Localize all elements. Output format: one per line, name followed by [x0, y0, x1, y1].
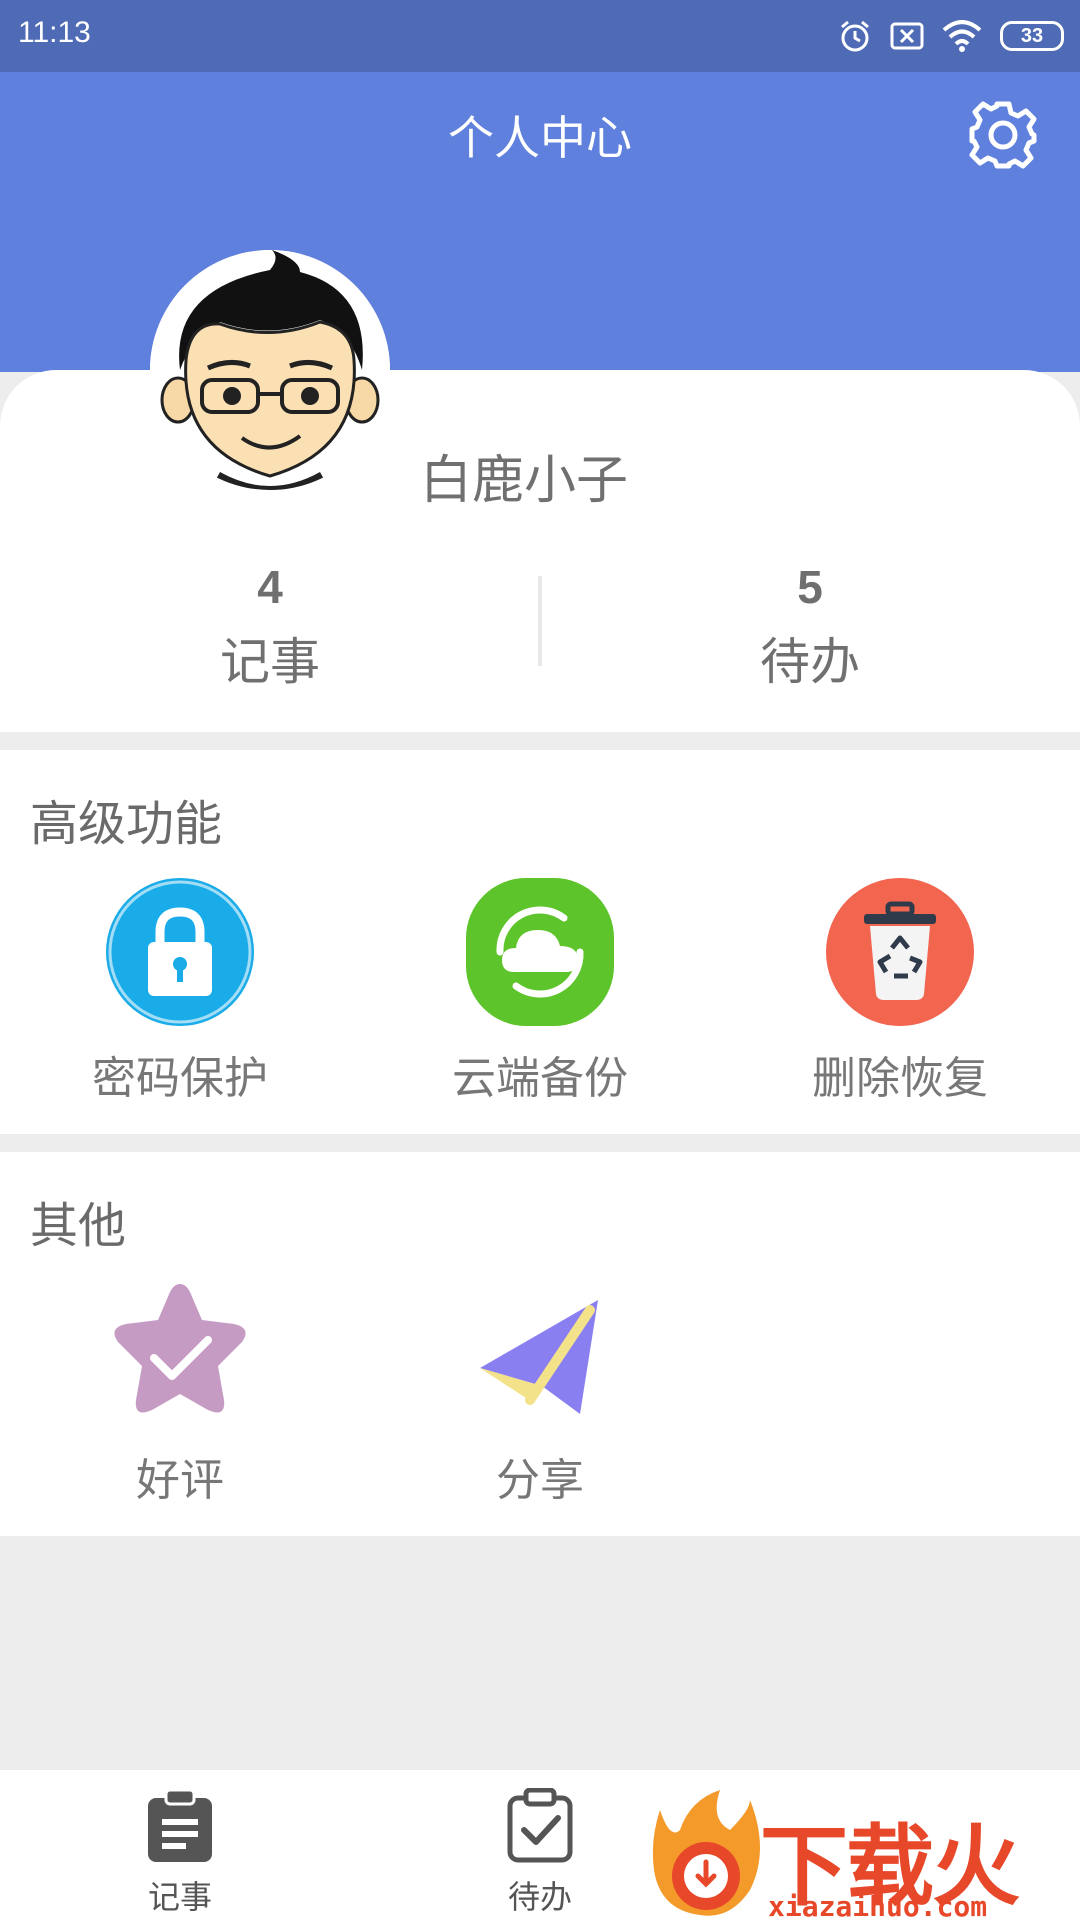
share-button[interactable]: 分享 — [390, 1278, 690, 1508]
paper-plane-icon — [480, 1300, 598, 1414]
avatar[interactable] — [150, 250, 390, 490]
settings-button[interactable] — [966, 98, 1040, 172]
share-label: 分享 — [496, 1455, 584, 1506]
notes-clipboard-icon — [148, 1788, 212, 1862]
recycle-bin-icon — [826, 878, 974, 1026]
cloud-icon — [466, 878, 614, 1026]
sim-error-icon — [890, 21, 924, 51]
flame-logo-icon — [652, 1790, 760, 1916]
status-icons: 33 — [838, 16, 1064, 56]
nav-todos-label: 待办 — [507, 1878, 572, 1916]
watermark-url: xiazaihuo.com — [768, 1890, 988, 1920]
stat-notes[interactable]: 4 记事 — [0, 560, 540, 694]
status-bar: 11:13 33 — [0, 0, 1080, 72]
stat-todos-label: 待办 — [760, 633, 860, 691]
password-protection-button[interactable]: 密码保护 — [30, 876, 330, 1106]
alarm-icon — [838, 19, 872, 53]
other-section-title: 其他 — [30, 1198, 127, 1254]
nav-notes[interactable]: 记事 — [80, 1788, 280, 1918]
star-check-icon — [114, 1284, 246, 1413]
cloud-backup-button[interactable]: 云端备份 — [390, 876, 690, 1106]
wifi-icon — [942, 20, 982, 52]
nav-todos[interactable]: 待办 — [440, 1787, 640, 1918]
stat-todos[interactable]: 5 待办 — [540, 560, 1080, 694]
stat-notes-label: 记事 — [220, 633, 320, 691]
advanced-section-title: 高级功能 — [30, 796, 223, 852]
cloud-backup-label: 云端备份 — [452, 1053, 628, 1104]
other-section: 其他 好评 分享 — [0, 1152, 1080, 1536]
password-protection-label: 密码保护 — [92, 1053, 268, 1104]
rate-label: 好评 — [136, 1455, 224, 1506]
stat-notes-count: 4 — [257, 561, 283, 613]
battery-icon: 33 — [1000, 21, 1064, 51]
status-time: 11:13 — [18, 16, 91, 49]
delete-restore-button[interactable]: 删除恢复 — [750, 876, 1050, 1106]
page-title: 个人中心 — [448, 111, 632, 165]
todo-clipboard-icon — [507, 1787, 573, 1863]
rate-button[interactable]: 好评 — [30, 1278, 330, 1508]
nav-notes-label: 记事 — [147, 1878, 212, 1916]
advanced-section: 高级功能 密码保护 云端备份 删除恢复 — [0, 750, 1080, 1134]
watermark-logo: 下载火 xiazaihuo.com — [640, 1780, 1080, 1920]
gear-icon — [969, 101, 1037, 169]
stat-todos-count: 5 — [797, 561, 823, 613]
delete-restore-label: 删除恢复 — [812, 1053, 988, 1104]
username: 白鹿小子 — [420, 451, 629, 511]
lock-icon — [106, 878, 254, 1026]
